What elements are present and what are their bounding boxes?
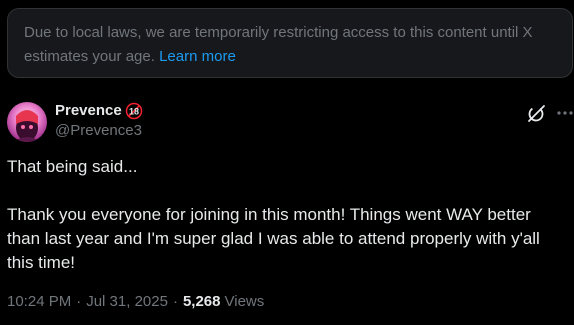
grok-icon[interactable] <box>526 102 548 124</box>
post-body: That being said... Thank you everyone fo… <box>7 155 567 275</box>
post-time[interactable]: 10:24 PM <box>7 291 71 313</box>
more-icon[interactable] <box>555 102 574 124</box>
post-date[interactable]: Jul 31, 2025 <box>86 291 168 313</box>
views-label: Views <box>224 293 265 310</box>
notice-text: Due to local laws, we are temporarily re… <box>24 24 533 65</box>
author-name[interactable]: Prevence <box>55 101 122 121</box>
avatar-image <box>7 102 47 142</box>
author-handle[interactable]: @Prevence3 <box>55 121 142 141</box>
age-badge-label: 18 <box>129 107 139 117</box>
meta-separator: · <box>76 293 82 310</box>
age-restriction-18-icon: 18 <box>125 102 143 120</box>
learn-more-link[interactable]: Learn more <box>159 48 236 65</box>
meta-separator: · <box>172 293 178 310</box>
author-name-row[interactable]: Prevence 18 <box>55 101 143 121</box>
post-body-line: Thank you everyone for joining in this m… <box>7 205 540 272</box>
post-body-line: That being said... <box>7 157 138 176</box>
post-meta: 10:24 PM · Jul 31, 2025 · 5,268 Views <box>7 291 264 313</box>
views-count: 5,268 <box>182 293 221 310</box>
avatar[interactable] <box>7 102 47 142</box>
age-restriction-notice: Due to local laws, we are temporarily re… <box>7 8 573 78</box>
